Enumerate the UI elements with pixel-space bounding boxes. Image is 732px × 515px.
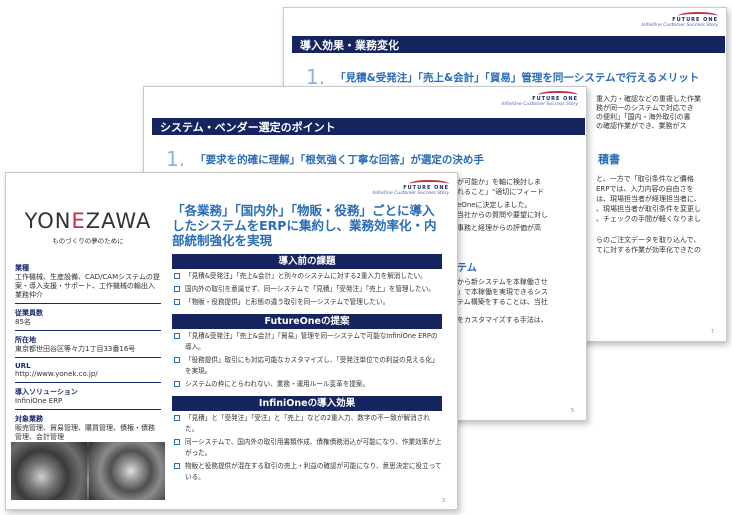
- back-fragment: の確認作業ができ、業務がス: [596, 122, 687, 130]
- middle-fragment: が可能か」を軸に検討しま: [457, 178, 541, 186]
- headline-text: 「見積&受発注」「売上&会計」「貿易」管理を同一システムで行えるメリット: [335, 71, 700, 84]
- case-study-content: 「各業務」「国内外」「物販・役務」ごとに導入したシステムをERPに集約し、業務効…: [172, 203, 442, 483]
- logo-tagline: InfiniOne Customer Success Story: [372, 191, 449, 196]
- info-label: 対象業務: [15, 415, 43, 423]
- list-item: 「物販・役務提供」と形態の違う取引を同一システムで管理したい。: [172, 297, 442, 308]
- list-item: システムの枠にとらわれない、業務・運用ルール変革を提案。: [172, 379, 442, 390]
- company-profile-panel: YONEZAWA ものづくりの夢のために 業種 工作機械、生産設備、CAD/CA…: [11, 195, 165, 500]
- page-number: 7: [710, 329, 714, 335]
- headline-number: 1.: [166, 147, 186, 171]
- middle-fragment: 当社からの質問や要望に対し: [457, 211, 548, 219]
- middle-fragment: れること」"適切にフィード: [457, 188, 545, 196]
- logo-swoosh-icon: [678, 12, 718, 20]
- back-fragment: 、現場担当者が取引条件を変更し: [596, 205, 701, 213]
- list-item: 国内外の取引を意識せず、同一システムで「見積」「受発注」「売上」を管理したい。: [172, 284, 442, 295]
- middle-page-section-bar: システム・ベンダー選定のポイント: [152, 118, 585, 135]
- back-fragment: てに対する作業が効率化できたの: [596, 246, 701, 254]
- info-value: InfiniOne ERP: [15, 397, 161, 410]
- back-page-logo: FUTURE ONE InfiniOne Customer Success St…: [641, 12, 718, 28]
- list-item: 物販と役務提供が混在する取引の売上・利益の確認が可能になり、意思決定に役立ってい…: [172, 461, 442, 483]
- back-fragment: は、現場担当者が経理担当者に、: [596, 195, 701, 203]
- middle-fragment: 事務と経理からの評価が高: [457, 224, 541, 232]
- front-page-logo: FUTURE ONE InfiniOne Customer Success St…: [372, 180, 449, 196]
- middle-page-subhead: テム: [457, 263, 477, 274]
- section-heading: 導入前の課題: [172, 254, 442, 269]
- info-value: 85名: [15, 318, 161, 331]
- middle-fragment: eOneに決定しました。: [457, 201, 532, 209]
- company-name: YONEZAWA: [24, 209, 152, 233]
- logo-tagline: InfiniOne Customer Success Story: [641, 23, 718, 28]
- info-label: URL: [15, 362, 31, 370]
- middle-fragment: 」で本稼働を実現できるシス: [457, 288, 548, 296]
- list-item: 同一システムで、国内外の取引用書類作成、債権債務消込が可能になり、作業効率が上が…: [172, 437, 442, 459]
- list-item: 「見積」と「受発注」「受注」と「売上」などの2重入力、数字の不一致が解消された。: [172, 413, 442, 435]
- middle-fragment: テム構築をすることは、当社: [457, 298, 548, 306]
- factory-photo: [11, 442, 165, 500]
- case-study-title: 「各業務」「国内外」「物販・役務」ごとに導入したシステムをERPに集約し、業務効…: [172, 203, 437, 248]
- info-label: 導入ソリューション: [15, 388, 78, 396]
- headline-text: 「要求を的確に理解」「根気強く丁寧な回答」が選定の決め手: [195, 153, 484, 166]
- back-fragment: らのご注文データを取り込んで、: [596, 236, 701, 244]
- page-number: 5: [570, 408, 574, 414]
- middle-fragment: をカスタマイズする手法は、: [457, 316, 548, 324]
- page-number: 3: [441, 498, 445, 504]
- info-value: 東京都世田谷区等々力1丁目33番16号: [15, 345, 161, 358]
- company-slogan: ものづくりの夢のために: [52, 237, 124, 245]
- back-page-subhead: 積書: [598, 153, 620, 166]
- back-page-section-bar: 導入効果・業務変化: [292, 36, 725, 53]
- middle-page-headline: 1. 「要求を的確に理解」「根気強く丁寧な回答」が選定の決め手: [166, 146, 484, 172]
- back-fragment: と、一方で「取引条件など價格: [596, 175, 694, 183]
- logo-swoosh-icon: [409, 180, 449, 188]
- info-label: 業種: [15, 264, 29, 272]
- company-info-list: 業種 工作機械、生産設備、CAD/CAMシステムの提案・導入支援・サポート、工作…: [15, 263, 161, 445]
- info-label: 従業員数: [15, 309, 43, 317]
- back-fragment: ERPでは、入力内容の自由さを: [596, 185, 694, 193]
- list-item: 「見積&受発注」「売上&会計」と別々のシステムに対する2重入力を解消したい。: [172, 271, 442, 282]
- info-value: 工作機械、生産設備、CAD/CAMシステムの提案・導入支援・サポート、工作機械の…: [15, 273, 161, 304]
- back-fragment: 、チェックの手間が軽くなりまし: [596, 215, 701, 223]
- company-name-mark: E: [71, 209, 86, 233]
- info-label: 所在地: [15, 336, 36, 344]
- list-item: 「見積&受発注」「売上&会計」「貿易」管理を同一システムで可能なInfiniOn…: [172, 331, 442, 353]
- logo-tagline: InfiniOne Customer Success Story: [501, 102, 578, 107]
- company-logo: YONEZAWA ものづくりの夢のために: [11, 209, 165, 245]
- logo-swoosh-icon: [538, 91, 578, 99]
- section-heading: InfiniOneの導入効果: [172, 396, 442, 411]
- section-heading: FutureOneの提案: [172, 314, 442, 329]
- middle-fragment: から新システムを本稼働させ: [457, 278, 548, 286]
- middle-page-logo: FUTURE ONE InfiniOne Customer Success St…: [501, 91, 578, 107]
- front-page: FUTURE ONE InfiniOne Customer Success St…: [5, 172, 458, 510]
- info-value: http://www.yonek.co.jp/: [15, 370, 161, 383]
- list-item: 「役務提供」取引にも対応可能なカスタマイズし、「受発注単位での利益の見える化」を…: [172, 355, 442, 377]
